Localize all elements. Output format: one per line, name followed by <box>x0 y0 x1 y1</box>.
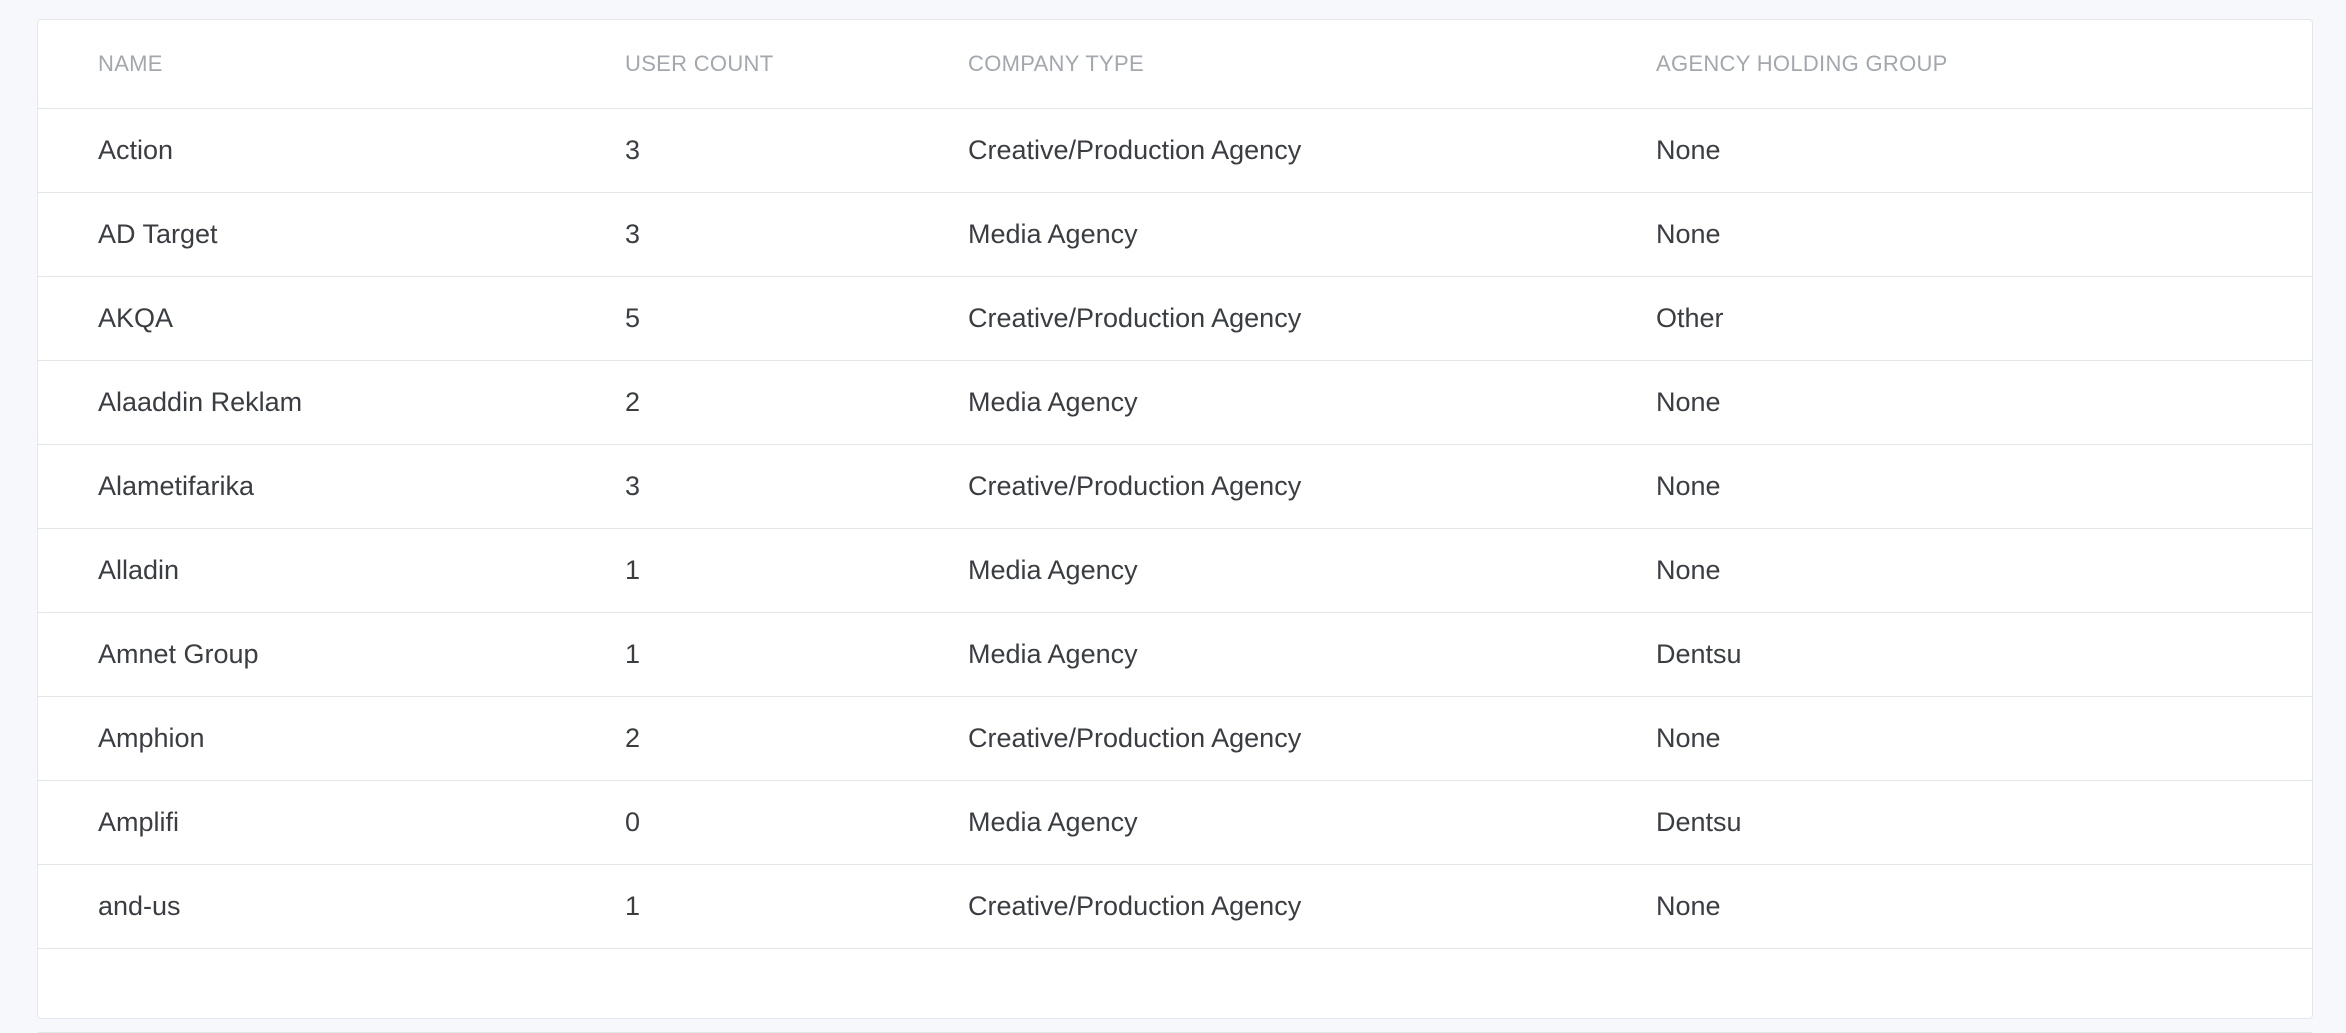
cell-user-count: 3 <box>625 192 968 277</box>
companies-table: NAME USER COUNT COMPANY TYPE AGENCY HOLD… <box>38 20 2312 1033</box>
cell-user-count: 1 <box>625 864 968 949</box>
cell-name: Alametifarika <box>38 444 625 529</box>
cell-name: Alaaddin Reklam <box>38 360 625 445</box>
cell-name: Action <box>38 108 625 193</box>
cell-holding-group: None <box>1656 360 2312 445</box>
cell-holding-group: None <box>1656 528 2312 613</box>
table-row[interactable]: Amnet Group 1 Media Agency Dentsu <box>38 612 2312 697</box>
table-row[interactable]: Amphion 2 Creative/Production Agency Non… <box>38 696 2312 781</box>
table-row-partial <box>38 948 2312 1033</box>
cell-company-type: Creative/Production Agency <box>968 864 1656 949</box>
cell-holding-group: None <box>1656 192 2312 277</box>
table-row[interactable]: Alladin 1 Media Agency None <box>38 528 2312 613</box>
cell-name: Amplifi <box>38 780 625 865</box>
cell-user-count: 0 <box>625 780 968 865</box>
cell-user-count: 3 <box>625 444 968 529</box>
cell-company-type: Media Agency <box>968 192 1656 277</box>
table-row[interactable]: AD Target 3 Media Agency None <box>38 192 2312 277</box>
cell-name: and-us <box>38 864 625 949</box>
cell-user-count: 3 <box>625 108 968 193</box>
table-header: NAME USER COUNT COMPANY TYPE AGENCY HOLD… <box>38 20 2312 109</box>
cell-company-type: Media Agency <box>968 612 1656 697</box>
column-header-name[interactable]: NAME <box>38 20 625 109</box>
cell-user-count: 1 <box>625 612 968 697</box>
cell-company-type: Creative/Production Agency <box>968 696 1656 781</box>
cell-name: AKQA <box>38 276 625 361</box>
cell-company-type: Creative/Production Agency <box>968 108 1656 193</box>
cell-holding-group: None <box>1656 864 2312 949</box>
table-row[interactable]: Alametifarika 3 Creative/Production Agen… <box>38 444 2312 529</box>
cell-name: Alladin <box>38 528 625 613</box>
cell-holding-group: None <box>1656 444 2312 529</box>
cell-holding-group: Other <box>1656 276 2312 361</box>
header-row: NAME USER COUNT COMPANY TYPE AGENCY HOLD… <box>38 20 2312 109</box>
cell-user-count: 5 <box>625 276 968 361</box>
cell-name: AD Target <box>38 192 625 277</box>
cell-user-count: 1 <box>625 528 968 613</box>
cell-company-type: Media Agency <box>968 528 1656 613</box>
table-row[interactable]: Action 3 Creative/Production Agency None <box>38 108 2312 193</box>
cell-company-type: Media Agency <box>968 780 1656 865</box>
table-body: Action 3 Creative/Production Agency None… <box>38 108 2312 1033</box>
cell-holding-group: None <box>1656 108 2312 193</box>
table-row[interactable]: Alaaddin Reklam 2 Media Agency None <box>38 360 2312 445</box>
column-header-user-count[interactable]: USER COUNT <box>625 20 968 109</box>
table-row[interactable]: Amplifi 0 Media Agency Dentsu <box>38 780 2312 865</box>
cell-user-count: 2 <box>625 696 968 781</box>
column-header-agency-holding-group[interactable]: AGENCY HOLDING GROUP <box>1656 20 2312 109</box>
companies-table-card: NAME USER COUNT COMPANY TYPE AGENCY HOLD… <box>37 19 2313 1033</box>
cell-name: Amphion <box>38 696 625 781</box>
table-row[interactable]: AKQA 5 Creative/Production Agency Other <box>38 276 2312 361</box>
cell-company-type: Creative/Production Agency <box>968 444 1656 529</box>
cell-company-type: Creative/Production Agency <box>968 276 1656 361</box>
cell-holding-group: Dentsu <box>1656 612 2312 697</box>
column-header-company-type[interactable]: COMPANY TYPE <box>968 20 1656 109</box>
table-row[interactable]: and-us 1 Creative/Production Agency None <box>38 864 2312 949</box>
cell-company-type: Media Agency <box>968 360 1656 445</box>
cell-holding-group: Dentsu <box>1656 780 2312 865</box>
cell-user-count: 2 <box>625 360 968 445</box>
cell-holding-group: None <box>1656 696 2312 781</box>
cell-name: Amnet Group <box>38 612 625 697</box>
